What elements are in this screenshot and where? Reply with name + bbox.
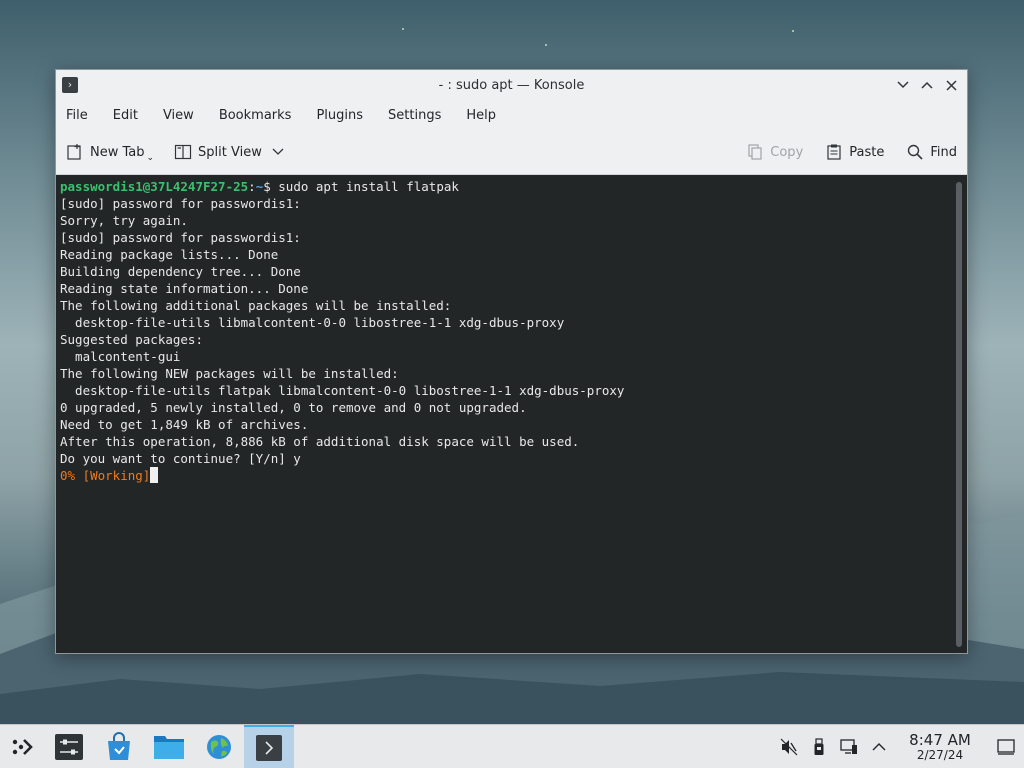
- dropdown-indicator-icon: ⌄: [146, 153, 155, 163]
- network-icon[interactable]: [834, 738, 864, 756]
- menu-bookmarks[interactable]: Bookmarks: [219, 108, 302, 123]
- new-tab-label: New Tab: [90, 144, 145, 160]
- search-icon: [906, 143, 924, 161]
- output-line: After this operation, 8,886 kB of additi…: [60, 434, 580, 449]
- paste-label: Paste: [849, 144, 885, 160]
- menu-file[interactable]: File: [66, 108, 98, 123]
- copy-button[interactable]: Copy: [746, 143, 803, 161]
- system-tray: 8:47 AM 2/27/24: [774, 725, 1024, 768]
- menu-plugins[interactable]: Plugins: [316, 108, 373, 123]
- terminal-icon: [256, 734, 282, 761]
- output-line: [sudo] password for passwordis1:: [60, 196, 301, 211]
- prompt-separator: :: [248, 179, 256, 194]
- chevron-up-icon: [921, 81, 933, 89]
- desktop-icon: [997, 739, 1015, 755]
- output-line: [sudo] password for passwordis1:: [60, 230, 301, 245]
- show-desktop-button[interactable]: [988, 739, 1024, 755]
- taskbar: 8:47 AM 2/27/24: [0, 724, 1024, 768]
- usb-device-icon[interactable]: [804, 738, 834, 756]
- taskbar-web-browser[interactable]: [194, 725, 244, 768]
- maximize-button[interactable]: [917, 74, 937, 96]
- application-launcher-button[interactable]: [0, 725, 44, 768]
- prompt-line: passwordis1@37L4247F27-25:~$ sudo apt in…: [60, 178, 967, 195]
- menu-edit[interactable]: Edit: [113, 108, 148, 123]
- command-text: sudo apt install flatpak: [270, 179, 459, 194]
- progress-line: 0% [Working]: [60, 467, 967, 484]
- taskbar-konsole[interactable]: [244, 724, 294, 768]
- find-button[interactable]: Find: [906, 143, 957, 161]
- titlebar[interactable]: › - : sudo apt — Konsole: [56, 70, 967, 100]
- konsole-icon[interactable]: ›: [62, 77, 78, 93]
- copy-label: Copy: [770, 144, 804, 160]
- star: [402, 28, 404, 30]
- output-line: desktop-file-utils flatpak libmalcontent…: [60, 383, 625, 398]
- clock-date: 2/27/24: [916, 748, 964, 762]
- globe-icon: [207, 734, 231, 759]
- split-view-label: Split View: [198, 144, 262, 160]
- new-tab-button[interactable]: New Tab ⌄: [66, 141, 154, 163]
- paste-button[interactable]: Paste: [825, 143, 884, 161]
- output-line: Sorry, try again.: [60, 213, 188, 228]
- output-line: Need to get 1,849 kB of archives.: [60, 417, 309, 432]
- volume-muted-icon[interactable]: [774, 738, 804, 756]
- terminal-output[interactable]: passwordis1@37L4247F27-25:~$ sudo apt in…: [56, 175, 967, 653]
- taskbar-system-settings[interactable]: [44, 725, 94, 768]
- prompt-user: passwordis1@37L4247F27-25: [60, 179, 249, 194]
- settings-sliders-icon: [55, 733, 83, 760]
- text-cursor: [150, 467, 159, 483]
- new-tab-icon: [66, 143, 84, 161]
- output-line: desktop-file-utils libmalcontent-0-0 lib…: [60, 315, 565, 330]
- chevron-down-icon: [897, 81, 909, 89]
- digital-clock[interactable]: 8:47 AM 2/27/24: [900, 732, 980, 762]
- clock-time: 8:47 AM: [909, 731, 971, 749]
- prompt-symbol: $: [263, 179, 271, 194]
- terminal-scrollbar[interactable]: [956, 182, 962, 647]
- konsole-window: › - : sudo apt — Konsole File Edit View …: [55, 69, 968, 654]
- copy-icon: [746, 143, 764, 161]
- star: [792, 30, 794, 32]
- paste-icon: [825, 143, 843, 161]
- minimize-button[interactable]: [893, 74, 913, 96]
- output-line: Suggested packages:: [60, 332, 203, 347]
- chevron-up-icon[interactable]: [864, 742, 894, 752]
- menu-view[interactable]: View: [163, 108, 204, 123]
- menu-help[interactable]: Help: [466, 108, 506, 123]
- taskbar-discover[interactable]: [94, 725, 144, 768]
- split-view-button[interactable]: Split View: [174, 143, 284, 161]
- folder-icon: [154, 735, 184, 759]
- close-icon: [945, 79, 957, 91]
- taskbar-dolphin[interactable]: [144, 725, 194, 768]
- toolbar: New Tab ⌄ Split View Copy Paste Find: [56, 130, 967, 175]
- split-view-icon: [174, 143, 192, 161]
- progress-text: 0% [Working]: [60, 468, 151, 483]
- output-line: Reading package lists... Done: [60, 247, 279, 262]
- find-label: Find: [930, 144, 957, 160]
- menubar: File Edit View Bookmarks Plugins Setting…: [56, 100, 967, 130]
- output-line: malcontent-gui: [60, 349, 181, 364]
- output-line: Reading state information... Done: [60, 281, 309, 296]
- menu-settings[interactable]: Settings: [388, 108, 451, 123]
- window-title: - : sudo apt — Konsole: [438, 77, 585, 93]
- launcher-icon: [12, 738, 33, 755]
- discover-bag-icon: [108, 731, 130, 760]
- chevron-down-icon[interactable]: [272, 148, 284, 156]
- star: [545, 44, 547, 46]
- close-button[interactable]: [941, 74, 961, 96]
- output-line: Building dependency tree... Done: [60, 264, 301, 279]
- output-line: 0 upgraded, 5 newly installed, 0 to remo…: [60, 400, 527, 415]
- output-line: The following additional packages will b…: [60, 298, 452, 313]
- output-line: Do you want to continue? [Y/n] y: [60, 451, 301, 466]
- output-line: The following NEW packages will be insta…: [60, 366, 399, 381]
